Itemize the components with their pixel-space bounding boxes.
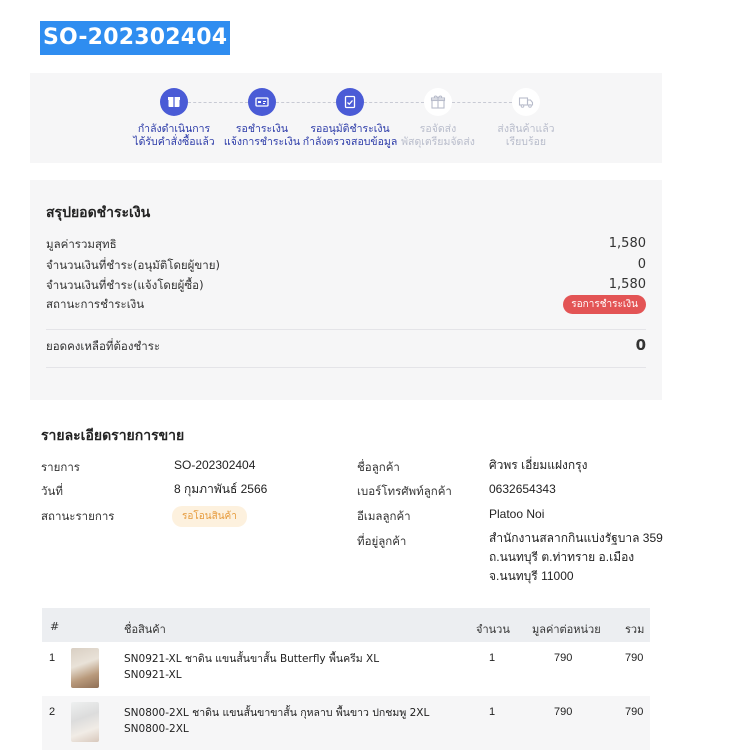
product-table: # ชื่อสินค้า จำนวน มูลค่าต่อหน่วย รวม 1 … xyxy=(42,608,650,750)
row-unit-price: 790 xyxy=(554,706,573,718)
item-label: รายการ xyxy=(41,460,80,474)
row-qty: 1 xyxy=(489,652,496,664)
table-row[interactable]: 2 SN0800-2XL ชาดิน แขนสั้นขาขาสั้น กุหลา… xyxy=(42,696,650,750)
phone-value: 0632654343 xyxy=(489,482,556,496)
col-unit-price: มูลค่าต่อหน่วย xyxy=(532,623,601,636)
date-label: วันที่ xyxy=(41,484,63,498)
gift-box-icon xyxy=(424,88,452,116)
balance-label: ยอดคงเหลือที่ต้องชำระ xyxy=(46,339,161,353)
document-check-icon xyxy=(336,88,364,116)
item-value: SO-202302404 xyxy=(174,458,256,472)
row-total: 790 xyxy=(625,652,644,664)
paid-buyer-value: 1,580 xyxy=(608,277,646,292)
balance-value: 0 xyxy=(635,336,646,354)
order-number-title: SO-202302404 xyxy=(40,21,231,55)
product-thumbnail[interactable] xyxy=(71,702,99,742)
product-thumbnail[interactable] xyxy=(71,648,99,688)
address-value: สำนักงานสลากกินแบ่งรัฐบาล 359 ถ.นนทบุรี … xyxy=(489,531,663,583)
summary-divider xyxy=(46,329,646,330)
email-label: อีเมลลูกค้า xyxy=(357,509,411,523)
step-payment-approval: รออนุมัติชำระเงิน กำลังตรวจสอบข้อมูล xyxy=(300,88,400,149)
product-name[interactable]: SN0921-XL ชาดิน แขนสั้นขาสั้น Butterfly … xyxy=(124,651,379,683)
address-label: ที่อยู่ลูกค้า xyxy=(357,534,407,548)
order-status-badge: รอโอนสินค้า xyxy=(172,506,247,527)
customer-name-label: ชื่อลูกค้า xyxy=(357,460,400,474)
row-total: 790 xyxy=(625,706,644,718)
summary-divider xyxy=(46,367,646,368)
table-row[interactable]: 1 SN0921-XL ชาดิน แขนสั้นขาสั้น Butterfl… xyxy=(42,642,650,696)
step-awaiting-payment: รอชำระเงิน แจ้งการชำระเงิน xyxy=(212,88,312,149)
payment-status-label: สถานะการชำระเงิน xyxy=(46,297,145,311)
payment-status-badge: รอการชำระเงิน xyxy=(563,295,646,314)
payment-card-icon xyxy=(248,88,276,116)
net-total-label: มูลค่ารวมสุทธิ xyxy=(46,237,117,251)
row-index: 1 xyxy=(49,652,56,664)
step-shipped: ส่งสินค้าแล้ว เรียบร้อย xyxy=(476,88,576,149)
order-progress-panel: กำลังดำเนินการ ได้รับคำสั่งซื้อแล้ว รอชำร… xyxy=(30,73,662,163)
paid-seller-value: 0 xyxy=(637,257,646,272)
col-qty: จำนวน xyxy=(476,623,510,636)
truck-icon xyxy=(512,88,540,116)
net-total-value: 1,580 xyxy=(608,236,646,251)
table-header: # ชื่อสินค้า จำนวน มูลค่าต่อหน่วย รวม xyxy=(42,608,650,642)
col-name: ชื่อสินค้า xyxy=(124,623,166,636)
net-total-row: มูลค่ารวมสุทธิ 1,580 xyxy=(46,236,646,254)
summary-title: สรุปยอดชำระเงิน xyxy=(46,205,151,221)
order-status-label: สถานะรายการ xyxy=(41,509,115,523)
email-value: Platoo Noi xyxy=(489,507,545,521)
phone-label: เบอร์โทรศัพท์ลูกค้า xyxy=(357,484,452,498)
sales-detail-title: รายละเอียดรายการขาย xyxy=(41,428,185,444)
paid-buyer-row: จำนวนเงินที่ชำระ(แจ้งโดยผู้ซื้อ) 1,580 xyxy=(46,277,646,295)
date-value: 8 กุมภาพันธ์ 2566 xyxy=(174,482,268,496)
col-total: รวม xyxy=(625,623,645,636)
customer-name-value: ศิวพร เอี่ยมแฝงกรุง xyxy=(489,458,588,472)
box-icon xyxy=(160,88,188,116)
row-index: 2 xyxy=(49,706,56,718)
paid-seller-row: จำนวนเงินที่ชำระ(อนุมัติโดยผู้ขาย) 0 xyxy=(46,257,646,275)
balance-row: ยอดคงเหลือที่ต้องชำระ 0 xyxy=(46,336,646,356)
row-qty: 1 xyxy=(489,706,496,718)
step-processing: กำลังดำเนินการ ได้รับคำสั่งซื้อแล้ว xyxy=(124,88,224,149)
row-unit-price: 790 xyxy=(554,652,573,664)
payment-status-row: สถานะการชำระเงิน รอการชำระเงิน xyxy=(46,295,646,314)
paid-seller-label: จำนวนเงินที่ชำระ(อนุมัติโดยผู้ขาย) xyxy=(46,258,220,272)
step-awaiting-shipment: รอจัดส่ง พัสดุเตรียมจัดส่ง xyxy=(388,88,488,149)
col-index: # xyxy=(50,620,60,633)
product-name[interactable]: SN0800-2XL ชาดิน แขนสั้นขาขาสั้น กุหลาบ … xyxy=(124,705,429,737)
payment-summary-panel: สรุปยอดชำระเงิน มูลค่ารวมสุทธิ 1,580 จำน… xyxy=(30,180,662,400)
paid-buyer-label: จำนวนเงินที่ชำระ(แจ้งโดยผู้ซื้อ) xyxy=(46,278,204,292)
